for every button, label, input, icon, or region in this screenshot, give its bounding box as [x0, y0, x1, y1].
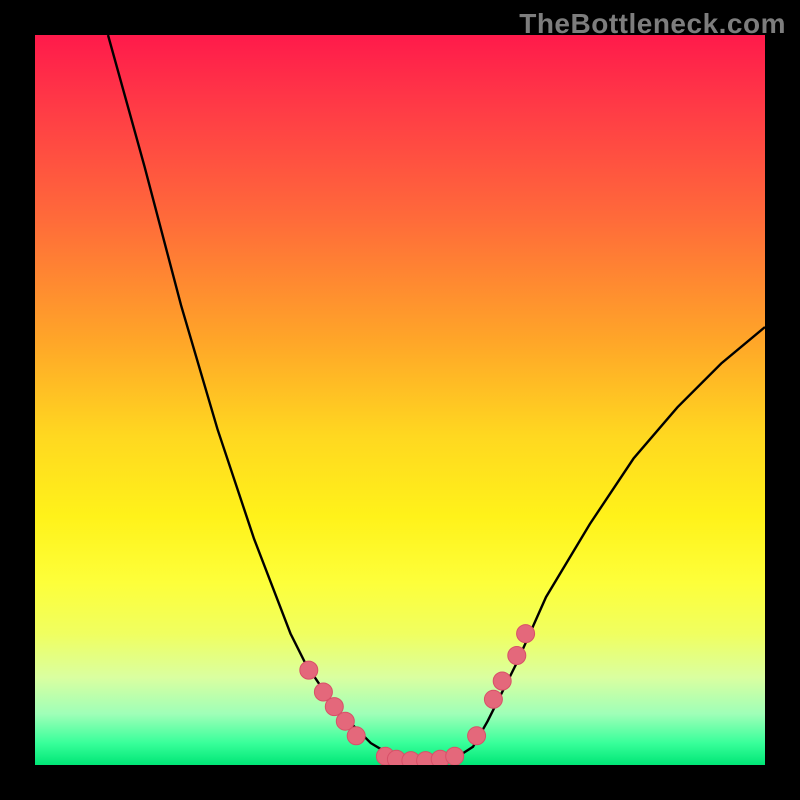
- curve-marker: [484, 690, 502, 708]
- curve-marker: [446, 747, 464, 765]
- curve-marker: [325, 698, 343, 716]
- curve-marker: [508, 647, 526, 665]
- chart-overlay: [35, 35, 765, 765]
- curve-markers: [300, 625, 535, 765]
- curve-marker: [347, 727, 365, 745]
- bottleneck-curve: [108, 35, 765, 762]
- curve-marker: [517, 625, 535, 643]
- curve-marker: [468, 727, 486, 745]
- curve-marker: [300, 661, 318, 679]
- watermark-text: TheBottleneck.com: [519, 8, 786, 40]
- curve-marker: [493, 672, 511, 690]
- chart-stage: TheBottleneck.com: [0, 0, 800, 800]
